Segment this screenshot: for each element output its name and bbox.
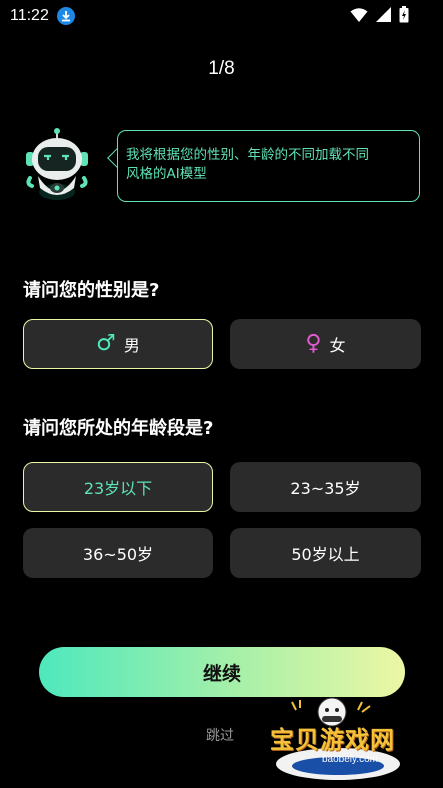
age-option-label: 36~50岁 (82, 545, 154, 564)
battery-icon (399, 6, 409, 27)
female-icon: ♀ (305, 331, 322, 356)
continue-button-label: 继续 (202, 662, 241, 685)
age-option-label: 23~35岁 (290, 479, 361, 498)
signal-icon (376, 7, 391, 26)
assistant-message: 我将根据您的性别、年龄的不同加载不同 风格的AI模型 (117, 130, 420, 202)
gender-option-label: 男 (123, 336, 140, 355)
gender-question: 请问您的性别是? (23, 280, 160, 301)
status-time: 11:22 (10, 7, 49, 24)
assistant-message-line1: 我将根据您的性别、年龄的不同加载不同 (126, 147, 369, 163)
age-option-36-50[interactable]: 36~50岁 (23, 528, 213, 578)
watermark-name: 宝贝游戏网 (270, 726, 395, 754)
gender-option-label: 女 (329, 336, 346, 355)
continue-button[interactable]: 继续 (39, 647, 405, 697)
step-progress: 1/8 (208, 58, 235, 79)
robot-avatar (24, 128, 90, 202)
age-option-under-23[interactable]: 23岁以下 (23, 462, 213, 512)
age-option-label: 23岁以下 (83, 479, 153, 498)
watermark-logo: 宝贝游戏网 baobeiy.com (266, 694, 416, 784)
assistant-message-line2: 风格的AI模型 (126, 166, 207, 182)
wifi-icon (350, 7, 368, 27)
gender-option-male[interactable]: ♂ 男 (23, 319, 213, 369)
watermark-url: baobeiy.com (322, 754, 378, 765)
download-icon (56, 7, 75, 25)
status-bar: 11:22 (0, 0, 443, 32)
gender-option-female[interactable]: ♀ 女 (230, 319, 421, 369)
age-option-over-50[interactable]: 50岁以上 (230, 528, 421, 578)
age-question: 请问您所处的年龄段是? (23, 418, 214, 439)
age-option-label: 50岁以上 (291, 545, 360, 564)
male-icon: ♂ (96, 331, 116, 356)
age-option-23-35[interactable]: 23~35岁 (230, 462, 421, 512)
skip-link[interactable]: 跳过 (206, 725, 234, 745)
